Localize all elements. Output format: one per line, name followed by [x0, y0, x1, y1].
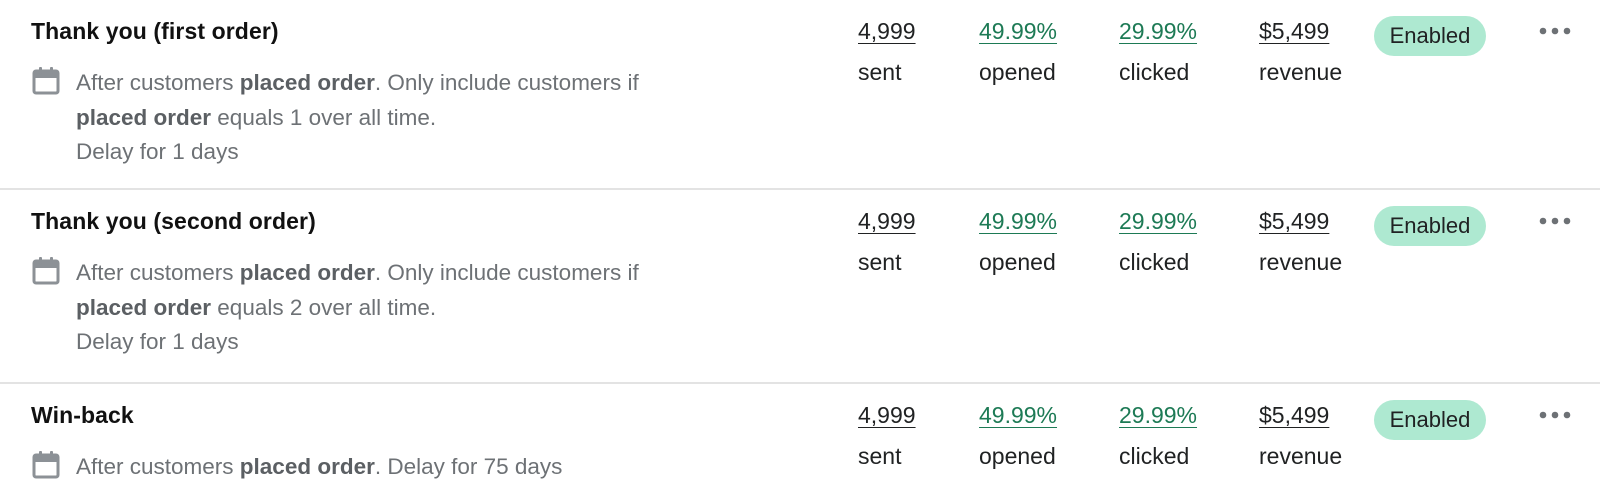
more-horizontal-icon[interactable] — [1538, 402, 1572, 428]
sent-link[interactable]: 4,999 — [858, 208, 916, 235]
stat-clicked: 29.99% clicked — [1119, 18, 1197, 86]
trigger-description: After customers placed order. Only inclu… — [76, 256, 676, 360]
trigger-prefix: After customers — [76, 260, 240, 285]
opened-label: opened — [979, 59, 1056, 85]
stat-revenue: $5,499 revenue — [1259, 208, 1342, 276]
clicked-link[interactable]: 29.99% — [1119, 208, 1197, 235]
trigger-event: placed order — [239, 70, 375, 95]
automation-row: Thank you (second order) After customers… — [0, 190, 1600, 384]
sent-label: sent — [858, 59, 902, 85]
clicked-link[interactable]: 29.99% — [1119, 402, 1197, 429]
automation-row: Win-back After customers placed order. D… — [0, 384, 1600, 502]
opened-label: opened — [979, 249, 1056, 275]
calendar-icon — [32, 257, 60, 285]
calendar-icon — [32, 451, 60, 479]
revenue-label: revenue — [1259, 443, 1343, 469]
status-badge: Enabled — [1374, 206, 1486, 246]
revenue-label: revenue — [1259, 249, 1343, 275]
more-horizontal-icon[interactable] — [1538, 208, 1572, 234]
sent-label: sent — [858, 443, 902, 469]
stat-sent: 4,999 sent — [858, 402, 916, 470]
trigger-prefix: After customers — [76, 70, 240, 95]
trigger-condition: . Only include customers if — [374, 260, 639, 285]
automation-title: Thank you (second order) — [31, 208, 316, 234]
opened-label: opened — [979, 443, 1056, 469]
clicked-label: clicked — [1119, 249, 1190, 275]
status-badge: Enabled — [1374, 16, 1486, 56]
filter-rest: equals 2 over all time. — [211, 294, 437, 320]
opened-link[interactable]: 49.99% — [979, 18, 1057, 45]
trigger-description: After customers placed order. Delay for … — [76, 450, 676, 485]
stat-clicked: 29.99% clicked — [1119, 402, 1197, 470]
stat-opened: 49.99% opened — [979, 208, 1057, 276]
trigger-condition: . Delay for 75 days — [374, 454, 563, 479]
sent-link[interactable]: 4,999 — [858, 18, 916, 45]
trigger-event: placed order — [239, 454, 375, 479]
opened-link[interactable]: 49.99% — [979, 402, 1057, 429]
stat-clicked: 29.99% clicked — [1119, 208, 1197, 276]
automation-title: Win-back — [31, 402, 134, 428]
filter-event: placed order — [76, 294, 212, 320]
automation-title: Thank you (first order) — [31, 18, 279, 44]
clicked-label: clicked — [1119, 59, 1190, 85]
stat-opened: 49.99% opened — [979, 402, 1057, 470]
opened-link[interactable]: 49.99% — [979, 208, 1057, 235]
sent-label: sent — [858, 249, 902, 275]
stat-sent: 4,999 sent — [858, 18, 916, 86]
revenue-link[interactable]: $5,499 — [1259, 402, 1342, 429]
revenue-link[interactable]: $5,499 — [1259, 208, 1342, 235]
filter-rest: equals 1 over all time. — [211, 104, 437, 130]
automation-list: Thank you (first order) After customers … — [0, 0, 1600, 502]
trigger-event: placed order — [239, 260, 375, 285]
trigger-condition: . Only include customers if — [374, 70, 639, 95]
trigger-delay: Delay for 1 days — [76, 329, 239, 354]
sent-link[interactable]: 4,999 — [858, 402, 916, 429]
trigger-prefix: After customers — [76, 454, 240, 479]
more-horizontal-icon[interactable] — [1538, 18, 1572, 44]
trigger-delay: Delay for 1 days — [76, 139, 239, 164]
status-badge: Enabled — [1374, 400, 1486, 440]
trigger-description: After customers placed order. Only inclu… — [76, 66, 676, 170]
stat-revenue: $5,499 revenue — [1259, 18, 1342, 86]
stat-revenue: $5,499 revenue — [1259, 402, 1342, 470]
revenue-link[interactable]: $5,499 — [1259, 18, 1342, 45]
clicked-link[interactable]: 29.99% — [1119, 18, 1197, 45]
stat-sent: 4,999 sent — [858, 208, 916, 276]
calendar-icon — [32, 67, 60, 95]
automation-row: Thank you (first order) After customers … — [0, 0, 1600, 190]
clicked-label: clicked — [1119, 443, 1190, 469]
revenue-label: revenue — [1259, 59, 1343, 85]
stat-opened: 49.99% opened — [979, 18, 1057, 86]
filter-event: placed order — [76, 104, 212, 130]
